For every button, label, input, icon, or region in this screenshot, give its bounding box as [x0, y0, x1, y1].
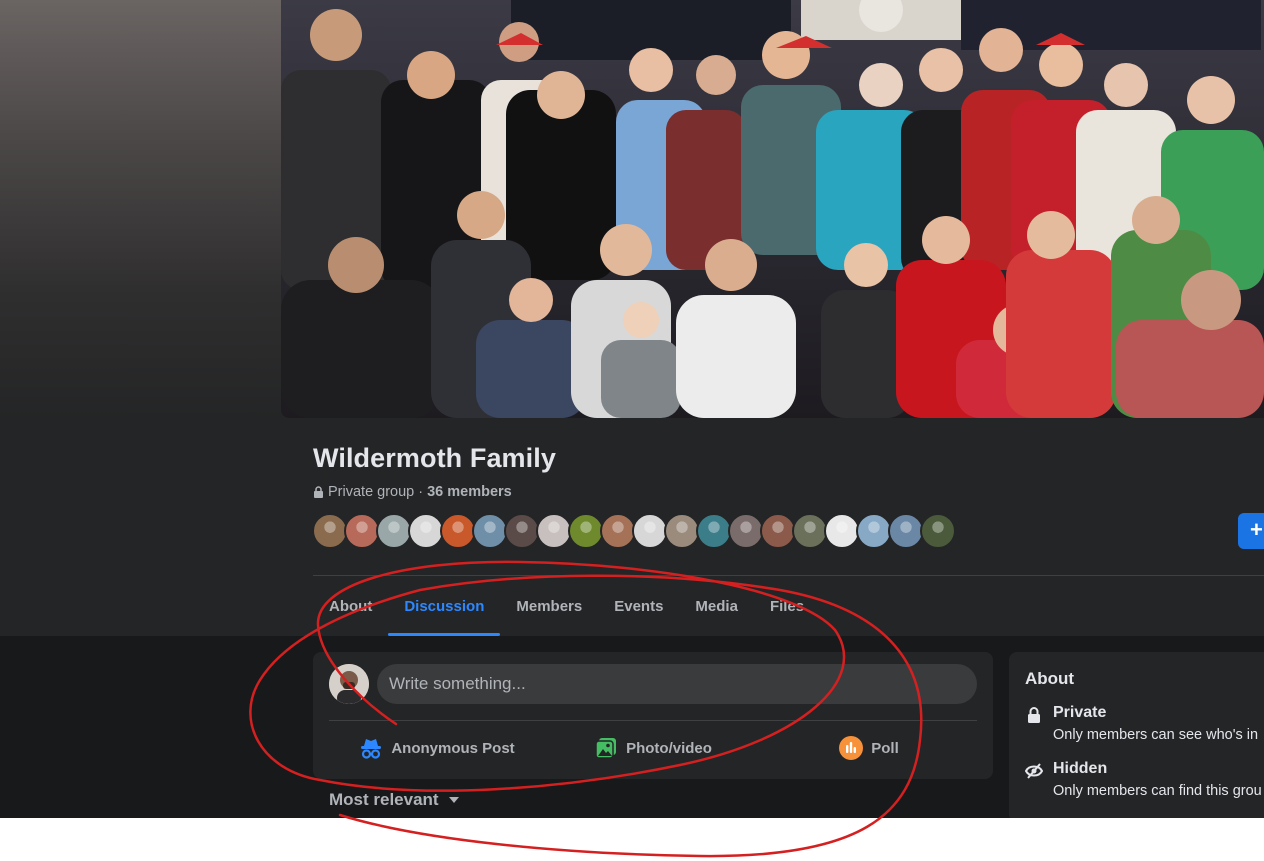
tab-about[interactable]: About: [313, 576, 388, 636]
eye-slash-icon: [1025, 763, 1043, 779]
member-avatar[interactable]: [440, 513, 476, 549]
meta-separator: ·: [418, 484, 424, 500]
poll-button[interactable]: Poll: [761, 728, 977, 768]
member-avatar[interactable]: [920, 513, 956, 549]
member-avatar[interactable]: [888, 513, 924, 549]
member-avatar[interactable]: [536, 513, 572, 549]
tab-events[interactable]: Events: [598, 576, 679, 636]
private-title: Private: [1053, 704, 1107, 721]
composer-divider: [329, 720, 977, 721]
member-avatar[interactable]: [376, 513, 412, 549]
hidden-title: Hidden: [1053, 760, 1108, 777]
poll-label: Poll: [871, 739, 899, 757]
lock-icon: [314, 486, 323, 498]
privacy-label: Private group: [328, 484, 415, 500]
photo-icon: [595, 738, 617, 759]
member-avatar[interactable]: [408, 513, 444, 549]
tab-members[interactable]: Members: [500, 576, 598, 636]
member-avatar[interactable]: [728, 513, 764, 549]
invite-button[interactable]: +: [1238, 513, 1264, 549]
member-avatar[interactable]: [824, 513, 860, 549]
page-bottom-blank: [0, 818, 1264, 861]
member-avatar[interactable]: [632, 513, 668, 549]
group-tabs: About Discussion Members Events Media Fi…: [313, 576, 820, 636]
member-avatar[interactable]: [696, 513, 732, 549]
anonymous-icon: [361, 739, 382, 759]
anonymous-post-label: Anonymous Post: [391, 739, 515, 757]
tab-discussion[interactable]: Discussion: [388, 576, 501, 636]
member-avatar[interactable]: [472, 513, 508, 549]
avatar[interactable]: [329, 664, 369, 704]
member-avatar[interactable]: [664, 513, 700, 549]
tab-media[interactable]: Media: [679, 576, 754, 636]
member-avatar[interactable]: [792, 513, 828, 549]
about-card: About Private Only members can see who's…: [1009, 652, 1264, 822]
write-something-input[interactable]: Write something...: [377, 664, 977, 704]
member-count[interactable]: 36 members: [427, 484, 512, 500]
member-avatar[interactable]: [760, 513, 796, 549]
photo-video-label: Photo/video: [626, 739, 712, 757]
facebook-group-page: Wildermoth Family Private group · 36 mem…: [0, 0, 1264, 861]
member-avatar[interactable]: [568, 513, 604, 549]
caret-down-icon: [448, 796, 459, 803]
member-avatar[interactable]: [344, 513, 380, 549]
member-avatar[interactable]: [312, 513, 348, 549]
member-avatar-stack[interactable]: [312, 513, 956, 549]
poll-icon: [839, 736, 864, 760]
anonymous-post-button[interactable]: Anonymous Post: [329, 728, 545, 768]
private-description: Only members can see who's in: [1053, 727, 1259, 743]
header-left-backdrop: [0, 0, 281, 420]
sort-label: Most relevant: [329, 790, 439, 809]
hidden-description: Only members can find this grou: [1053, 783, 1262, 799]
post-composer: Write something... Anonymous Post Photo/…: [313, 652, 993, 779]
tab-files[interactable]: Files: [754, 576, 820, 636]
member-avatar[interactable]: [600, 513, 636, 549]
group-name[interactable]: Wildermoth Family: [313, 443, 556, 474]
composer-actions: Anonymous Post Photo/video Poll: [329, 728, 977, 768]
photo-video-button[interactable]: Photo/video: [545, 728, 761, 768]
about-title: About: [1025, 669, 1075, 688]
member-avatar[interactable]: [504, 513, 540, 549]
lock-icon: [1028, 707, 1040, 723]
group-privacy-info: Private group · 36 members: [313, 484, 512, 500]
member-avatar[interactable]: [856, 513, 892, 549]
sort-dropdown[interactable]: Most relevant: [329, 790, 459, 810]
group-cover-photo[interactable]: [281, 0, 1264, 418]
